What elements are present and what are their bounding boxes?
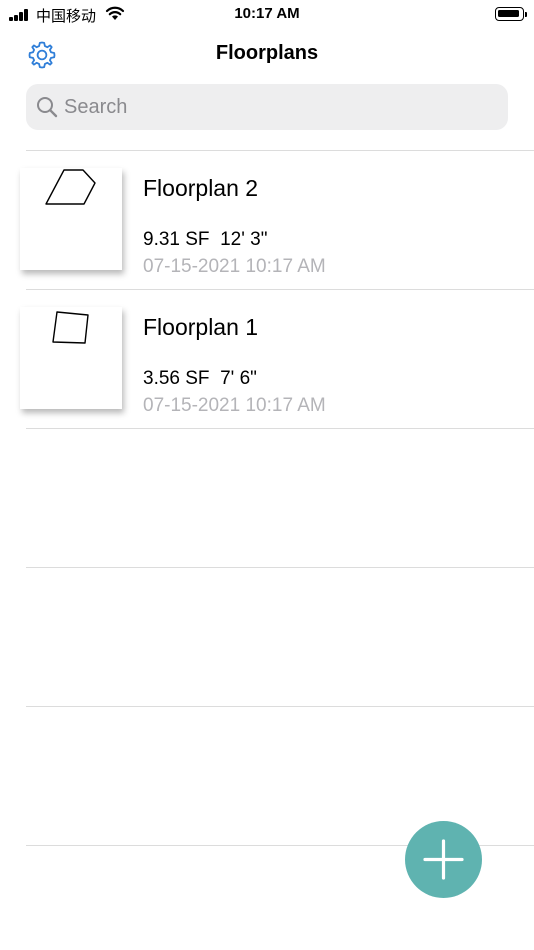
floorplan-name: Floorplan 2 bbox=[143, 175, 259, 201]
floorplan-shape-icon bbox=[52, 311, 89, 344]
floorplan-row[interactable]: Floorplan 2 9.31 SF 12' 3" 07-15-2021 10… bbox=[0, 151, 534, 289]
status-bar: 中国移动 10:17 AM bbox=[0, 0, 534, 30]
floorplan-perimeter: 12' 3" bbox=[220, 229, 268, 250]
floorplan-perimeter: 7' 6" bbox=[220, 368, 257, 389]
search-input[interactable] bbox=[64, 92, 494, 122]
search-bar[interactable] bbox=[26, 84, 508, 130]
floorplans-screen: 中国移动 10:17 AM Floorplans Search Floorpla… bbox=[0, 0, 534, 950]
floorplan-date: 07-15-2021 10:17 AM bbox=[143, 395, 326, 416]
floorplan-measurements: 9.31 SF 12' 3" bbox=[143, 229, 267, 251]
floorplan-thumbnail bbox=[20, 168, 122, 270]
floorplan-measurements: 3.56 SF 7' 6" bbox=[143, 368, 257, 390]
list-divider bbox=[26, 706, 534, 707]
add-floorplan-button[interactable] bbox=[405, 821, 482, 898]
floorplan-row[interactable]: Floorplan 1 3.56 SF 7' 6" 07-15-2021 10:… bbox=[0, 290, 534, 428]
plus-icon bbox=[423, 839, 464, 880]
list-divider bbox=[26, 567, 534, 568]
search-icon bbox=[37, 97, 58, 118]
floorplan-area: 3.56 SF bbox=[143, 368, 210, 389]
battery-icon bbox=[495, 7, 527, 21]
page-title: Floorplans bbox=[215, 42, 319, 64]
floorplan-thumbnail bbox=[20, 307, 122, 409]
list-divider bbox=[26, 428, 534, 429]
floorplan-shape-icon bbox=[45, 169, 96, 205]
floorplan-area: 9.31 SF bbox=[143, 229, 210, 250]
floorplan-date: 07-15-2021 10:17 AM bbox=[143, 256, 326, 277]
status-time: 10:17 AM bbox=[234, 5, 300, 22]
floorplan-name: Floorplan 1 bbox=[143, 314, 259, 340]
